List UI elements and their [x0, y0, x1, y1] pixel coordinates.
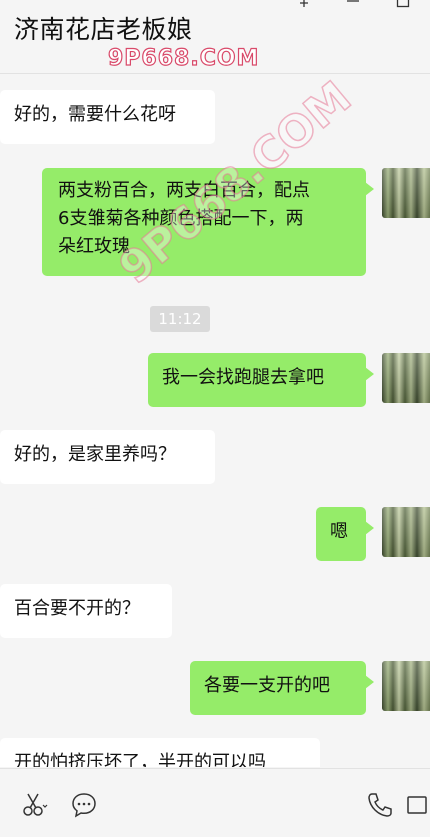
avatar[interactable]	[382, 661, 430, 711]
message-line: 6支雏菊各种颜色搭配一下，两	[58, 208, 304, 229]
chat-area[interactable]: 好的，需要什么花呀 两支粉百合，两支白百合，配点 6支雏菊各种颜色搭配一下，两 …	[0, 75, 430, 767]
avatar[interactable]	[382, 353, 430, 403]
message-outgoing[interactable]: 我一会找跑腿去拿吧	[148, 353, 374, 407]
minimize-icon[interactable]	[346, 0, 360, 8]
input-toolbar	[0, 768, 430, 837]
message-line: 两支粉百合，两支白百合，配点	[58, 180, 310, 201]
maximize-icon[interactable]	[396, 0, 410, 8]
chat-title: 济南花店老板娘	[14, 15, 193, 44]
phone-icon[interactable]	[366, 791, 394, 819]
video-icon[interactable]	[406, 791, 430, 819]
pin-icon[interactable]	[297, 0, 311, 8]
message-outgoing[interactable]: 各要一支开的吧	[190, 661, 374, 715]
message-outgoing[interactable]: 嗯	[316, 507, 374, 561]
message-incoming[interactable]: 开的怕挤压坏了，半开的可以吗	[0, 738, 320, 767]
chat-bubble-icon[interactable]	[70, 791, 98, 819]
avatar[interactable]	[382, 168, 430, 218]
message-line: 朵红玫瑰	[58, 236, 130, 257]
chat-header: 济南花店老板娘 9P668.COM	[0, 0, 430, 74]
message-incoming[interactable]: 好的，需要什么花呀	[0, 90, 215, 144]
message-incoming[interactable]: 好的，是家里养吗？	[0, 430, 215, 484]
message-outgoing[interactable]: 两支粉百合，两支白百合，配点 6支雏菊各种颜色搭配一下，两 朵红玫瑰	[42, 168, 374, 276]
scissors-icon[interactable]	[20, 791, 48, 819]
avatar[interactable]	[382, 507, 430, 557]
watermark-top: 9P668.COM	[107, 45, 260, 71]
message-timestamp: 11:12	[150, 306, 210, 332]
message-incoming[interactable]: 百合要不开的？	[0, 584, 172, 638]
